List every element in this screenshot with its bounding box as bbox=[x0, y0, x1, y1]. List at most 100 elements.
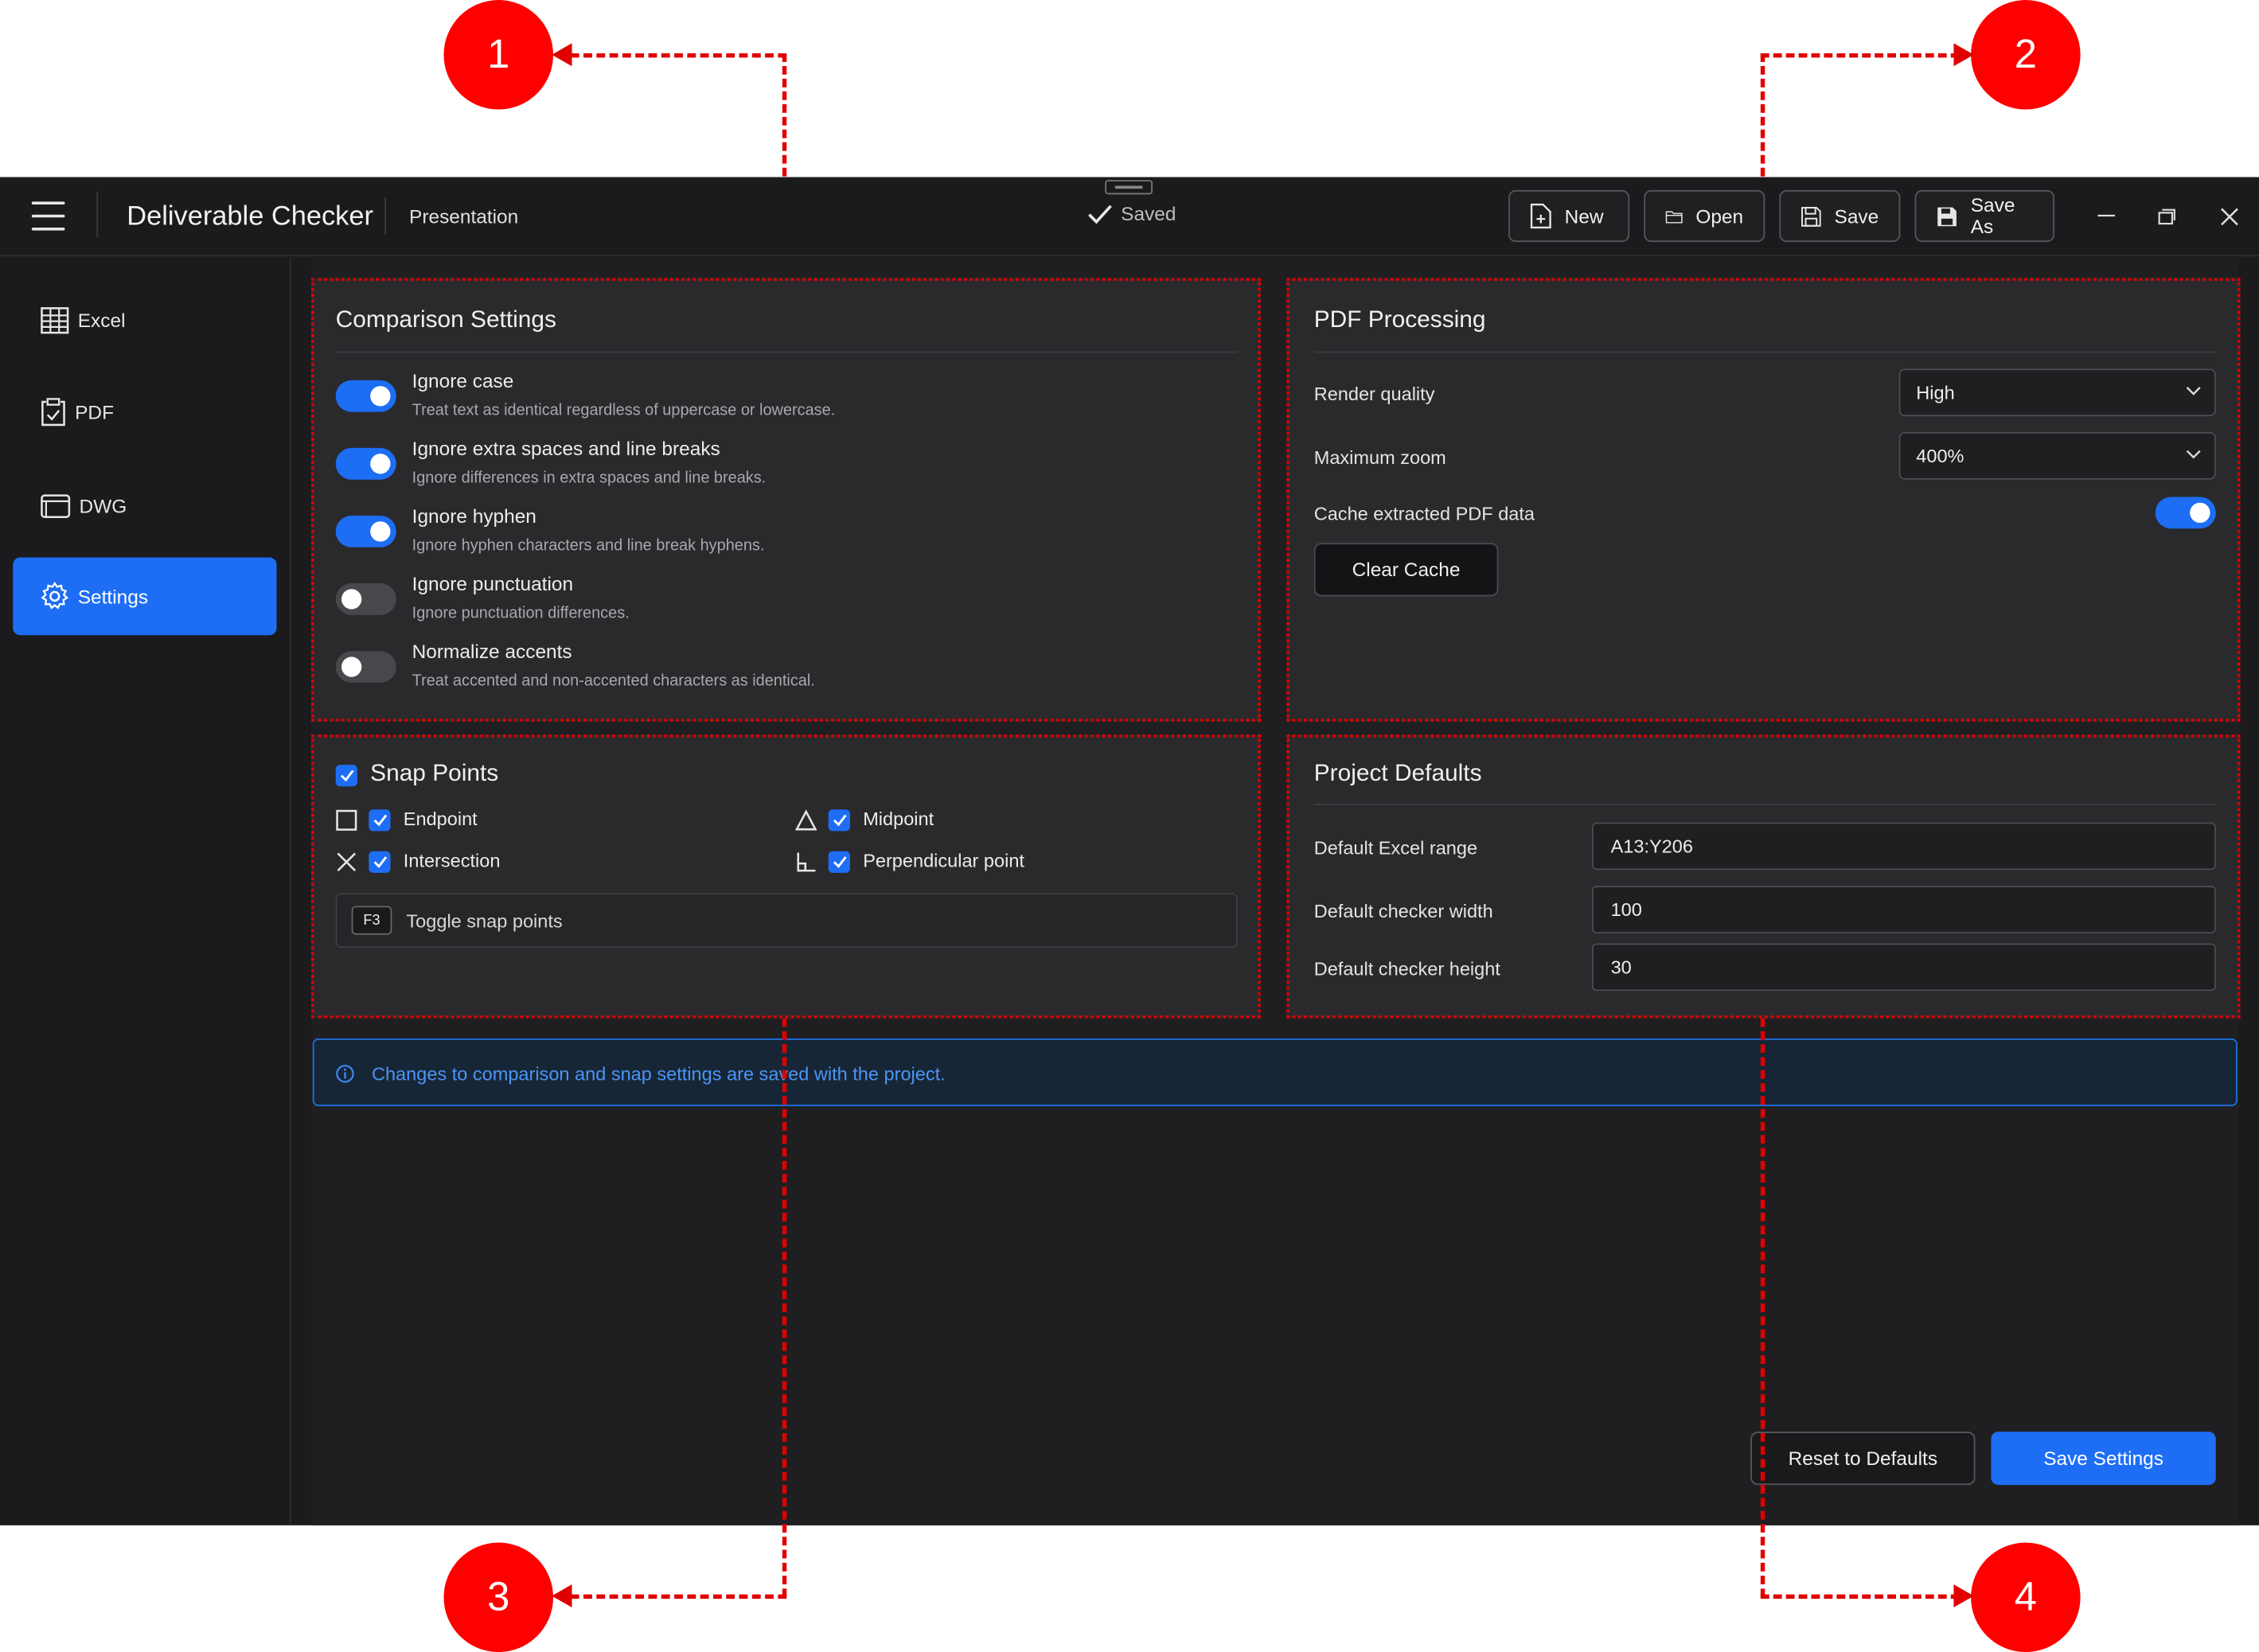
perpendicular-icon bbox=[797, 852, 816, 872]
panel-title: Project Defaults bbox=[1313, 760, 1482, 787]
window-icon bbox=[41, 493, 71, 518]
sidebar-item-label: PDF bbox=[75, 401, 114, 423]
shortcut-key: F3 bbox=[363, 912, 380, 929]
sidebar-item-excel[interactable]: Excel bbox=[13, 281, 276, 359]
midpoint-label: Midpoint bbox=[863, 808, 934, 830]
shortcut-label: Toggle snap points bbox=[406, 910, 563, 933]
midpoint-checkbox[interactable] bbox=[828, 809, 850, 832]
app-window: Deliverable Checker Presentation Saved N… bbox=[0, 177, 2259, 1525]
close-icon bbox=[2220, 207, 2238, 225]
ignore-spaces-toggle[interactable] bbox=[335, 447, 396, 480]
callout-2: 2 bbox=[1971, 0, 2081, 110]
restore-icon bbox=[2158, 208, 2175, 224]
option-label: Ignore extra spaces and line breaks bbox=[412, 438, 720, 460]
excel-range-field[interactable]: A13:Y206 bbox=[1592, 822, 2216, 871]
render-quality-value: High bbox=[1916, 381, 1955, 403]
floppy-icon bbox=[1801, 206, 1821, 226]
table-icon bbox=[41, 306, 69, 333]
perpendicular-checkbox[interactable] bbox=[828, 851, 850, 873]
render-quality-select[interactable]: High bbox=[1898, 368, 2216, 417]
checker-height-field[interactable]: 30 bbox=[1592, 943, 2216, 992]
panel-title: Snap Points bbox=[370, 760, 499, 787]
divider bbox=[96, 191, 99, 238]
save-button[interactable]: Save bbox=[1779, 189, 1901, 243]
close-button[interactable] bbox=[2211, 199, 2245, 233]
snap-points-panel: Snap Points Endpoint Midpoint Intersecti… bbox=[310, 734, 1261, 1019]
arrowhead-1 bbox=[552, 43, 572, 67]
app-title: Deliverable Checker bbox=[127, 201, 373, 232]
new-button[interactable]: New bbox=[1508, 189, 1630, 243]
ignore-punctuation-toggle[interactable] bbox=[335, 583, 396, 615]
keyboard-key: F3 bbox=[351, 906, 392, 935]
divider bbox=[335, 351, 1238, 353]
option-label: Normalize accents bbox=[412, 641, 572, 663]
callout-4-connector-v bbox=[1760, 1018, 1765, 1598]
panel-title: PDF Processing bbox=[1313, 306, 1486, 333]
arrowhead-2 bbox=[1953, 43, 1974, 67]
reset-defaults-button[interactable]: Reset to Defaults bbox=[1750, 1432, 1976, 1486]
callout-3-connector-v bbox=[782, 1018, 787, 1598]
clear-cache-button[interactable]: Clear Cache bbox=[1313, 543, 1499, 597]
info-banner: Changes to comparison and snap settings … bbox=[312, 1038, 2238, 1107]
restore-button[interactable] bbox=[2150, 199, 2184, 233]
save-as-button[interactable]: Save As bbox=[1914, 189, 2055, 243]
save-as-button-label: Save As bbox=[1970, 194, 2015, 238]
clipboard-icon bbox=[41, 398, 65, 427]
save-button-label: Save bbox=[1834, 205, 1879, 228]
option-description: Ignore hyphen characters and line break … bbox=[412, 537, 765, 555]
callout-4-connector bbox=[1760, 1594, 1960, 1599]
reset-defaults-label: Reset to Defaults bbox=[1788, 1447, 1938, 1470]
option-description: Ignore punctuation differences. bbox=[412, 605, 630, 622]
divider bbox=[384, 197, 387, 236]
arrowhead-4 bbox=[1953, 1584, 1974, 1607]
maximum-zoom-value: 400% bbox=[1916, 445, 1964, 467]
info-icon bbox=[336, 1065, 354, 1083]
info-text: Changes to comparison and snap settings … bbox=[371, 1062, 946, 1085]
snap-points-checkbox[interactable] bbox=[335, 765, 357, 787]
ignore-case-toggle[interactable] bbox=[335, 380, 396, 412]
midpoint-triangle-icon bbox=[795, 809, 817, 831]
normalize-accents-toggle[interactable] bbox=[335, 651, 396, 683]
callout-3: 3 bbox=[443, 1542, 554, 1652]
open-button-label: Open bbox=[1695, 205, 1744, 228]
endpoint-checkbox[interactable] bbox=[369, 809, 391, 832]
checkmark-icon bbox=[340, 770, 353, 782]
cache-toggle[interactable] bbox=[2155, 497, 2216, 529]
callout-3-connector bbox=[570, 1594, 787, 1599]
divider bbox=[1313, 351, 2216, 353]
settings-content: Comparison Settings Ignore case Treat te… bbox=[310, 257, 2241, 1525]
maximum-zoom-select[interactable]: 400% bbox=[1898, 432, 2216, 480]
new-file-icon bbox=[1530, 203, 1551, 229]
callout-2-connector bbox=[1760, 53, 1960, 58]
check-icon bbox=[1088, 204, 1112, 224]
menu-icon[interactable] bbox=[31, 201, 65, 231]
intersection-checkbox[interactable] bbox=[369, 851, 391, 873]
checkmark-icon bbox=[833, 814, 846, 827]
save-status: Saved bbox=[1088, 203, 1176, 224]
snap-shortcut-row: F3 Toggle snap points bbox=[335, 893, 1238, 948]
pdf-processing-panel: PDF Processing Render quality High Maxim… bbox=[1286, 278, 2241, 722]
clear-cache-label: Clear Cache bbox=[1352, 559, 1461, 581]
save-settings-button[interactable]: Save Settings bbox=[1991, 1432, 2216, 1486]
callout-4: 4 bbox=[1971, 1542, 2081, 1652]
chevron-down-icon bbox=[2186, 450, 2201, 459]
checkmark-icon bbox=[373, 814, 387, 827]
minimize-button[interactable] bbox=[2089, 199, 2124, 233]
callout-1-connector bbox=[570, 53, 787, 58]
render-quality-label: Render quality bbox=[1313, 383, 1435, 405]
endpoint-square-icon bbox=[336, 809, 357, 831]
open-button[interactable]: Open bbox=[1644, 189, 1765, 243]
ignore-hyphen-toggle[interactable] bbox=[335, 515, 396, 547]
sidebar-item-settings[interactable]: Settings bbox=[13, 557, 277, 636]
sidebar-item-pdf[interactable]: PDF bbox=[13, 373, 276, 451]
folder-icon bbox=[1665, 210, 1683, 223]
save-settings-label: Save Settings bbox=[2043, 1447, 2163, 1470]
drag-handle-icon[interactable] bbox=[1105, 180, 1153, 195]
checker-width-field[interactable]: 100 bbox=[1592, 886, 2216, 933]
intersection-x-icon bbox=[337, 852, 357, 872]
option-label: Ignore case bbox=[412, 370, 514, 392]
checker-width-label: Default checker width bbox=[1313, 900, 1493, 922]
option-description: Treat text as identical regardless of up… bbox=[412, 401, 836, 419]
checker-height-label: Default checker height bbox=[1313, 957, 1500, 980]
sidebar-item-dwg[interactable]: DWG bbox=[13, 466, 276, 544]
